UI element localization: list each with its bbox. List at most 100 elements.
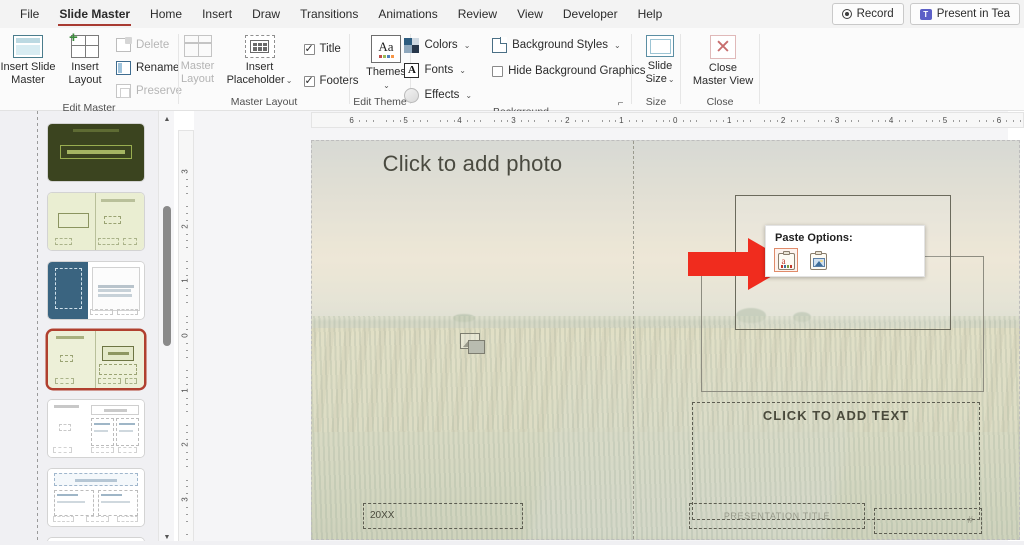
record-button[interactable]: Record xyxy=(831,3,904,25)
slide-number-placeholder[interactable]: # xyxy=(874,508,982,534)
thumbnail-layout-6[interactable] xyxy=(48,469,144,526)
master-layout-label-2: Layout xyxy=(180,73,215,85)
scrollbar-thumb[interactable] xyxy=(163,206,171,346)
background-dialog-launcher-icon[interactable]: ⌐ xyxy=(615,98,626,109)
ruler-minor-tick xyxy=(615,120,617,122)
ruler-minor-tick xyxy=(992,120,994,122)
ruler-minor-tick xyxy=(831,120,833,122)
ruler-tick-v-6: 3 xyxy=(180,497,190,502)
paste-picture-button[interactable] xyxy=(806,248,830,272)
close-master-view-button[interactable]: ✕ Close Master View xyxy=(690,32,756,88)
tab-developer[interactable]: Developer xyxy=(554,1,627,27)
thumbnail-layout-4[interactable] xyxy=(48,331,144,388)
ruler-tick-v-2: 1 xyxy=(180,278,190,284)
photo-placeholder-text: Click to add photo xyxy=(382,151,563,176)
ruler-minor-tick xyxy=(743,120,745,122)
ruler-minor-tick xyxy=(186,506,188,508)
slide-layout-thumbnail-pane[interactable] xyxy=(0,111,158,545)
theme-fonts-button[interactable]: A Fonts ⌄ xyxy=(401,59,475,81)
ruler-minor-tick xyxy=(186,233,188,235)
horizontal-ruler[interactable]: 6 5 4 3 2 1 0 1 2 3 4 5 6 xyxy=(311,112,1024,128)
ruler-minor-tick xyxy=(186,342,188,344)
footer-placeholder[interactable]: PRESENTATION TITLE xyxy=(689,503,865,529)
footers-checkbox[interactable] xyxy=(303,74,315,88)
thumbnail-layout-2[interactable] xyxy=(48,193,144,250)
effects-label: Effects xyxy=(424,89,460,101)
tab-transitions[interactable]: Transitions xyxy=(291,1,367,27)
tab-file[interactable]: File xyxy=(11,1,48,27)
ruler-minor-tick xyxy=(965,120,967,122)
tab-review[interactable]: Review xyxy=(449,1,506,27)
thumbnail-layout-1[interactable] xyxy=(48,124,144,181)
ruler-minor-tick xyxy=(186,322,188,324)
ruler-tick-h-3: 3 xyxy=(511,116,516,125)
ruler-minor-tick xyxy=(186,267,188,269)
master-layout-button[interactable]: Master Layout xyxy=(175,32,221,86)
insert-slide-master-label-2: Master xyxy=(11,74,45,86)
tab-slide-master[interactable]: Slide Master xyxy=(50,1,139,27)
status-bar xyxy=(0,541,1024,545)
ruler-minor-tick xyxy=(709,120,711,122)
tab-view[interactable]: View xyxy=(508,1,552,27)
tab-help[interactable]: Help xyxy=(629,1,672,27)
ruler-minor-tick xyxy=(186,274,188,276)
ruler-minor-tick xyxy=(186,534,188,536)
insert-placeholder-button[interactable]: Insert Placeholder⌄ xyxy=(225,32,295,87)
menu-bar: File Slide Master Home Insert Draw Trans… xyxy=(0,0,1024,28)
insert-placeholder-label-1: Insert xyxy=(245,61,274,73)
slide-size-icon xyxy=(646,35,674,57)
ruler-minor-tick xyxy=(186,295,188,296)
date-placeholder[interactable]: 20XX xyxy=(363,503,523,529)
ruler-minor-tick xyxy=(186,329,188,331)
menu-bar-actions: Record Present in Tea xyxy=(831,3,1020,25)
hide-background-graphics-checkbox[interactable] xyxy=(492,65,504,77)
ruler-minor-tick xyxy=(824,120,826,122)
hide-background-graphics-row[interactable]: Hide Background Graphics xyxy=(489,60,648,82)
slide-editing-surface[interactable]: Click to add photo ADD TITLE CLICK TO AD… xyxy=(311,140,1020,540)
ribbon-group-size: Slide Size⌄ Size xyxy=(632,28,680,111)
title-checkbox[interactable] xyxy=(303,42,315,56)
paste-use-destination-theme-button[interactable]: a xyxy=(774,248,798,272)
vertical-ruler[interactable]: 3 2 1 0 1 2 3 xyxy=(178,130,194,542)
close-master-view-label-2: Master View xyxy=(692,75,754,87)
ruler-minor-tick xyxy=(1019,120,1021,122)
slide-size-label-2: Size xyxy=(645,73,667,85)
rename-icon xyxy=(115,61,131,75)
ruler-minor-tick xyxy=(186,459,188,460)
tab-draw[interactable]: Draw xyxy=(243,1,289,27)
insert-slide-master-button[interactable]: Insert Slide Master xyxy=(0,32,57,87)
theme-effects-button[interactable]: Effects ⌄ xyxy=(401,84,475,106)
thumbnail-layout-3[interactable] xyxy=(48,262,144,319)
ruler-minor-tick xyxy=(925,120,927,122)
ruler-minor-tick xyxy=(851,120,853,122)
ruler-minor-tick xyxy=(186,178,188,180)
body-placeholder-text: CLICK TO ADD TEXT xyxy=(762,408,910,423)
theme-colors-button[interactable]: Colors ⌄ xyxy=(401,34,475,56)
insert-placeholder-chevron-down-icon: ⌄ xyxy=(285,76,293,85)
ruler-minor-tick xyxy=(446,120,448,122)
delete-label: Delete xyxy=(135,39,170,51)
tab-home[interactable]: Home xyxy=(141,1,191,27)
thumbnail-layout-5[interactable] xyxy=(48,400,144,457)
picture-placeholder-icon[interactable] xyxy=(460,333,486,355)
insert-layout-button[interactable]: + Insert Layout xyxy=(59,30,111,87)
ruler-minor-tick xyxy=(426,120,428,122)
paste-options-popup[interactable]: Paste Options: a xyxy=(765,225,925,277)
ribbon-group-edit-master: Insert Slide Master + Insert Layout Dele… xyxy=(0,28,182,114)
record-button-label: Record xyxy=(856,8,894,20)
present-in-teams-button[interactable]: Present in Tea xyxy=(909,3,1020,25)
ruler-tick-h-10: 4 xyxy=(888,116,894,125)
ruler-tick-h-4: 2 xyxy=(565,116,570,125)
slide-size-button[interactable]: Slide Size⌄ xyxy=(640,32,680,86)
background-styles-button[interactable]: Background Styles ⌄ xyxy=(489,34,648,56)
ruler-minor-tick xyxy=(467,120,468,122)
ruler-minor-tick xyxy=(365,120,367,122)
ruler-tick-h-11: 5 xyxy=(942,116,948,125)
photo-placeholder[interactable]: Click to add photo xyxy=(312,141,634,539)
tab-animations[interactable]: Animations xyxy=(369,1,446,27)
scroll-up-arrow-icon[interactable]: ▲ xyxy=(159,111,175,127)
ruler-minor-tick xyxy=(186,370,188,372)
thumbnail-pane-scrollbar[interactable]: ▲ ▼ xyxy=(158,111,174,545)
tab-insert[interactable]: Insert xyxy=(193,1,241,27)
ruler-minor-tick xyxy=(608,120,610,122)
